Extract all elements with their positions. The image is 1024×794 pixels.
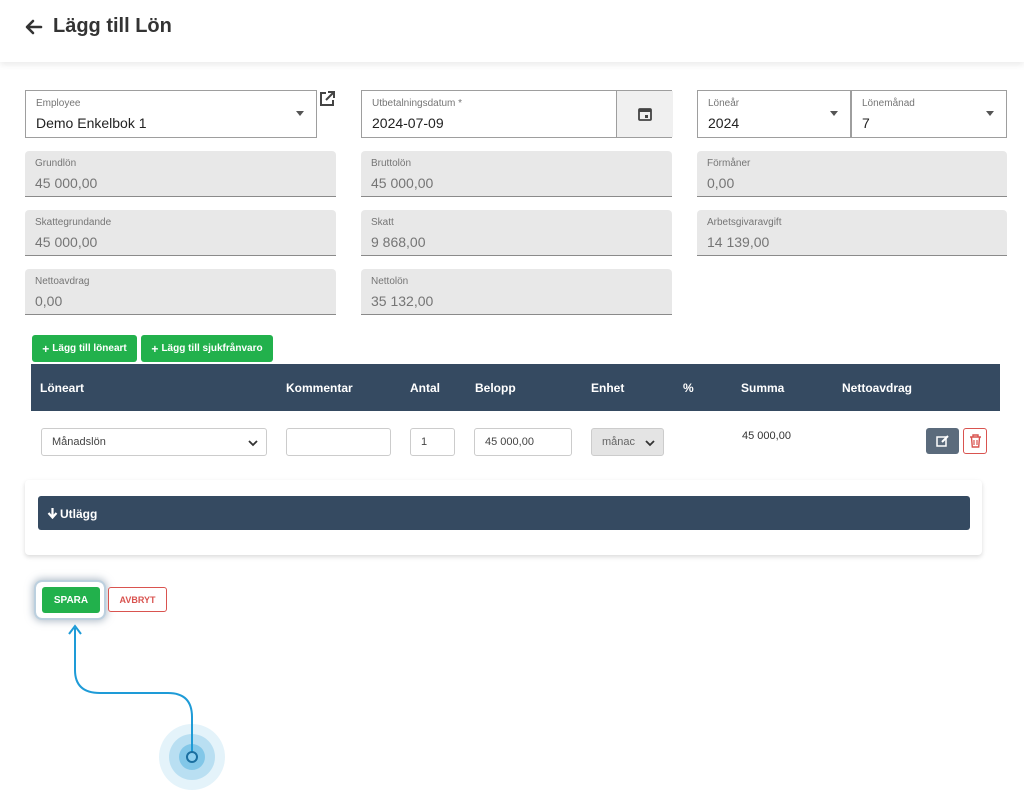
salary-type-value: Månadslön	[52, 436, 106, 448]
field-value: 45 000,00	[35, 234, 98, 250]
button-label: AVBRYT	[119, 594, 156, 605]
quantity-input[interactable]: 1	[410, 428, 455, 456]
caret-down-icon	[296, 111, 304, 116]
unit-value: månac	[602, 436, 636, 448]
arrow-left-icon[interactable]	[22, 16, 44, 38]
edit-row-button[interactable]	[926, 428, 959, 454]
amount-input[interactable]: 45 000,00	[474, 428, 572, 456]
caret-down-icon	[830, 111, 838, 116]
calendar-button[interactable]	[616, 91, 673, 137]
summary-nettoavdrag: Nettoavdrag 0,00	[25, 269, 336, 315]
comment-input[interactable]	[286, 428, 391, 456]
summary-bruttolon: Bruttolön 45 000,00	[361, 151, 672, 197]
column-header-nettoavdrag: Nettoavdrag	[842, 381, 913, 395]
payment-date-label: Utbetalningsdatum *	[372, 98, 463, 109]
button-label: SPARA	[53, 594, 89, 606]
page-title: Lägg till Lön	[53, 15, 172, 37]
field-value: 14 139,00	[707, 234, 770, 250]
button-label: Lägg till sjukfrånvaro	[161, 343, 263, 354]
arrow-down-icon	[47, 508, 58, 519]
plus-icon: +	[42, 341, 50, 356]
chevron-down-icon	[645, 438, 655, 448]
field-label: Förmåner	[707, 158, 751, 169]
payment-date-field[interactable]: Utbetalningsdatum * 2024-07-09	[361, 90, 673, 138]
field-label: Skatt	[371, 217, 394, 228]
external-link-icon[interactable]	[318, 90, 336, 108]
table-header: Löneart Kommentar Antal Belopp Enhet % S…	[31, 364, 1000, 411]
salary-month-label: Lönemånad	[862, 98, 915, 109]
add-sick-leave-button[interactable]: + Lägg till sjukfrånvaro	[141, 335, 273, 362]
row-sum: 45 000,00	[742, 430, 791, 442]
button-label: Lägg till löneart	[52, 343, 127, 354]
column-header-enhet: Enhet	[591, 381, 625, 395]
caret-down-icon	[986, 111, 994, 116]
summary-grundlon: Grundlön 45 000,00	[25, 151, 336, 197]
save-button[interactable]: SPARA	[42, 587, 100, 613]
unit-select[interactable]: månac	[591, 428, 664, 456]
quantity-value: 1	[421, 436, 428, 448]
summary-skattegrundande: Skattegrundande 45 000,00	[25, 210, 336, 256]
trash-icon	[970, 434, 981, 448]
add-salary-type-button[interactable]: + Lägg till löneart	[32, 335, 137, 362]
column-header-loneart: Löneart	[40, 381, 85, 395]
column-header-percent: %	[683, 381, 694, 395]
salary-year-value: 2024	[708, 115, 740, 131]
employee-value: Demo Enkelbok 1	[36, 115, 147, 131]
field-label: Bruttolön	[371, 158, 412, 169]
field-value: 0,00	[35, 293, 63, 309]
summary-arbetsgivaravgift: Arbetsgivaravgift 14 139,00	[697, 210, 1007, 256]
summary-skatt: Skatt 9 868,00	[361, 210, 672, 256]
salary-type-select[interactable]: Månadslön	[41, 428, 267, 456]
employee-select[interactable]: Employee Demo Enkelbok 1	[25, 90, 317, 138]
field-label: Arbetsgivaravgift	[707, 217, 782, 228]
column-header-summa: Summa	[741, 381, 785, 395]
page-header: Lägg till Lön	[0, 0, 1024, 62]
utlagg-toggle[interactable]: Utlägg	[38, 496, 970, 530]
field-value: 45 000,00	[35, 175, 98, 191]
salary-month-select[interactable]: Lönemånad 7	[851, 90, 1007, 138]
calendar-icon	[638, 108, 652, 121]
salary-month-value: 7	[862, 115, 870, 131]
column-header-antal: Antal	[410, 381, 440, 395]
field-label: Nettolön	[371, 276, 409, 287]
summary-nettolon: Nettolön 35 132,00	[361, 269, 672, 315]
field-label: Grundlön	[35, 158, 77, 169]
column-header-belopp: Belopp	[475, 381, 516, 395]
edit-icon	[936, 435, 949, 447]
employee-label: Employee	[36, 98, 81, 109]
cancel-button[interactable]: AVBRYT	[108, 587, 167, 612]
salary-year-select[interactable]: Löneår 2024	[697, 90, 851, 138]
field-label: Skattegrundande	[35, 217, 112, 228]
column-header-kommentar: Kommentar	[286, 381, 353, 395]
delete-row-button[interactable]	[963, 428, 987, 454]
chevron-down-icon	[248, 440, 258, 447]
plus-icon: +	[151, 341, 159, 356]
field-value: 0,00	[707, 175, 735, 191]
field-value: 9 868,00	[371, 234, 426, 250]
summary-formaner: Förmåner 0,00	[697, 151, 1007, 197]
salary-year-label: Löneår	[708, 98, 740, 109]
payment-date-value: 2024-07-09	[372, 115, 444, 131]
field-value: 35 132,00	[371, 293, 434, 309]
field-label: Nettoavdrag	[35, 276, 90, 287]
amount-value: 45 000,00	[485, 436, 534, 448]
field-value: 45 000,00	[371, 175, 434, 191]
utlagg-label: Utlägg	[60, 507, 98, 521]
